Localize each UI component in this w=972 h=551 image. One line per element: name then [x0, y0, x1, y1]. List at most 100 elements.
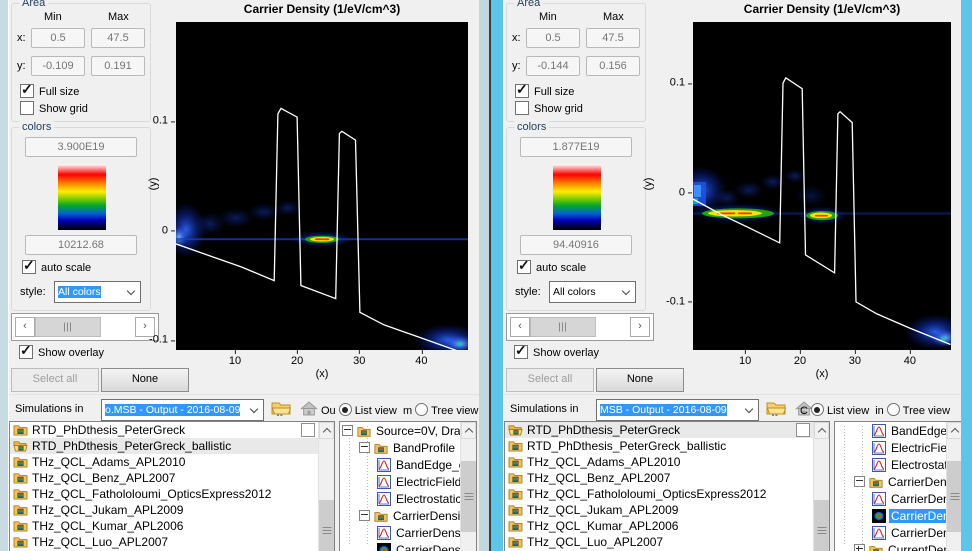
chevron-down-icon[interactable] — [247, 400, 263, 420]
tree-item[interactable]: CarrierDensity — [340, 508, 476, 525]
list-item[interactable]: THz_QCL_Jukam_APL2009 — [505, 502, 829, 518]
y-max-field[interactable]: 0.156 — [586, 56, 640, 76]
x-max-field[interactable]: 47.5 — [586, 28, 640, 48]
simulations-dropdown[interactable]: MSB - Output - 2016-08-09 — [596, 399, 759, 421]
y-max-field[interactable]: 0.191 — [91, 56, 145, 76]
scroll-up-button[interactable] — [319, 422, 334, 439]
list-view-radio[interactable] — [338, 403, 352, 416]
tree-scrollbar[interactable] — [946, 422, 961, 551]
tree-item[interactable]: CarrierDensity — [340, 542, 476, 551]
output-tree[interactable]: BandEdge_ ElectricField Electrostatic Ca… — [834, 421, 961, 551]
show-overlay-checkbox[interactable]: Show overlay — [514, 342, 599, 359]
show-grid-checkbox[interactable]: Show grid — [515, 101, 583, 115]
chevron-down-icon[interactable] — [124, 282, 140, 302]
scroll-up-button[interactable] — [947, 422, 961, 439]
scroll-right-button[interactable]: › — [630, 317, 650, 337]
scrollbar-thumb[interactable] — [530, 317, 596, 337]
scrollbar-thumb[interactable] — [814, 500, 829, 551]
tree-view-radio[interactable] — [886, 403, 900, 416]
scrollbar-thumb[interactable] — [35, 317, 101, 337]
checkbox-icon[interactable] — [20, 81, 34, 98]
checkbox-icon[interactable] — [515, 101, 529, 115]
color-min-field[interactable]: 10212.68 — [25, 235, 137, 255]
tree-item[interactable]: BandEdge_ — [835, 423, 961, 440]
show-overlay-checkbox[interactable]: Show overlay — [19, 342, 104, 359]
list-item[interactable]: THz_QCL_Benz_APL2007 — [505, 470, 829, 486]
checkbox-icon[interactable] — [515, 81, 529, 98]
frame-scrollbar[interactable]: ‹ › — [506, 313, 654, 341]
collapse-icon[interactable] — [359, 510, 370, 521]
style-dropdown[interactable]: All colors — [549, 281, 636, 303]
tree-item[interactable]: BandProfile — [340, 440, 476, 457]
tree-item[interactable]: ElectricField.d — [340, 474, 476, 491]
output-tree[interactable]: Source=0V, Drain=0. BandProfile BandEdge… — [339, 421, 477, 551]
chevron-down-icon[interactable] — [619, 282, 635, 302]
x-min-field[interactable]: 0.5 — [526, 28, 580, 48]
checkbox-icon[interactable] — [514, 342, 528, 359]
tree-item[interactable]: CarrierDensity — [340, 525, 476, 542]
row-checkbox[interactable] — [796, 423, 810, 437]
checkbox-icon[interactable] — [19, 342, 33, 359]
tree-item[interactable]: ElectricField — [835, 440, 961, 457]
list-item-selected[interactable]: RTD_PhDthesis_PeterGreck — [505, 422, 829, 438]
list-view-radio[interactable] — [810, 403, 824, 416]
frame-scrollbar[interactable]: ‹ › — [11, 313, 159, 341]
scrollbar-thumb[interactable] — [947, 461, 961, 532]
carrier-density-plot[interactable]: 0.1 0 -0.1 10 20 30 40 — [666, 22, 951, 367]
select-all-button[interactable]: Select all — [11, 368, 99, 392]
tree-item[interactable]: Electrostatic — [835, 457, 961, 474]
auto-scale-checkbox[interactable]: auto scale — [517, 257, 586, 274]
browse-folder-icon[interactable] — [271, 400, 291, 416]
simulation-list[interactable]: RTD_PhDthesis_PeterGreck RTD_PhDthesis_P… — [9, 421, 335, 551]
list-item[interactable]: THz_QCL_Fathololoumi_OpticsExpress2012 — [10, 486, 334, 502]
scrollbar-thumb[interactable] — [461, 461, 476, 532]
tree-scrollbar[interactable] — [460, 422, 476, 551]
list-item[interactable]: THz_QCL_Jukam_APL2009 — [10, 502, 334, 518]
tree-item[interactable]: Source=0V, Drain=0. — [340, 423, 476, 440]
collapse-icon[interactable] — [342, 425, 353, 436]
scroll-up-button[interactable] — [461, 422, 476, 439]
tree-item-selected[interactable]: CarrierDens — [835, 508, 961, 525]
home-icon[interactable] — [299, 400, 319, 416]
row-checkbox[interactable] — [301, 423, 315, 437]
list-scrollbar[interactable] — [813, 422, 829, 551]
list-item[interactable]: THz_QCL_Kumar_APL2006 — [505, 518, 829, 534]
collapse-icon[interactable] — [359, 442, 370, 453]
color-max-field[interactable]: 3.900E19 — [25, 137, 137, 157]
tree-view-radio[interactable] — [415, 403, 429, 416]
x-min-field[interactable]: 0.5 — [31, 28, 85, 48]
list-item[interactable]: THz_QCL_Luo_APL2007 — [10, 534, 334, 550]
list-item[interactable]: THz_QCL_Luo_APL2007 — [505, 534, 829, 550]
tree-item[interactable]: CarrierDens — [835, 491, 961, 508]
simulations-dropdown[interactable]: o.MSB - Output - 2016-08-09 — [101, 399, 264, 421]
color-min-field[interactable]: 94.40916 — [520, 235, 632, 255]
list-item[interactable]: THz_QCL_Adams_APL2010 — [10, 454, 334, 470]
list-item[interactable]: THz_QCL_Kumar_APL2006 — [10, 518, 334, 534]
list-item-selected[interactable]: RTD_PhDthesis_PeterGreck_ballistic — [10, 438, 334, 454]
scrollbar-thumb[interactable] — [319, 500, 334, 551]
list-item[interactable]: RTD_PhDthesis_PeterGreck_ballistic — [505, 438, 829, 454]
tree-item[interactable]: ElectrostaticP — [340, 491, 476, 508]
expand-icon[interactable] — [854, 544, 865, 551]
list-item[interactable]: THz_QCL_Adams_APL2010 — [505, 454, 829, 470]
simulation-list[interactable]: RTD_PhDthesis_PeterGreck RTD_PhDthesis_P… — [504, 421, 830, 551]
chevron-down-icon[interactable] — [742, 400, 758, 420]
scroll-left-button[interactable]: ‹ — [15, 317, 35, 337]
tree-item[interactable]: CarrierDens — [835, 525, 961, 542]
collapse-icon[interactable] — [854, 476, 865, 487]
tree-item[interactable]: CarrierDensity — [835, 474, 961, 491]
x-max-field[interactable]: 47.5 — [91, 28, 145, 48]
list-scrollbar[interactable] — [318, 422, 334, 551]
color-max-field[interactable]: 1.877E19 — [520, 137, 632, 157]
style-dropdown[interactable]: All colors — [54, 281, 141, 303]
list-item[interactable]: THz_QCL_Fathololoumi_OpticsExpress2012 — [505, 486, 829, 502]
y-min-field[interactable]: -0.144 — [526, 56, 580, 76]
list-item[interactable]: RTD_PhDthesis_PeterGreck — [10, 422, 334, 438]
select-all-button[interactable]: Select all — [506, 368, 594, 392]
full-size-checkbox[interactable]: Full size — [515, 81, 574, 98]
none-button[interactable]: None — [596, 368, 684, 392]
auto-scale-checkbox[interactable]: auto scale — [22, 257, 91, 274]
checkbox-icon[interactable] — [517, 257, 531, 274]
checkbox-icon[interactable] — [22, 257, 36, 274]
show-grid-checkbox[interactable]: Show grid — [20, 101, 88, 115]
